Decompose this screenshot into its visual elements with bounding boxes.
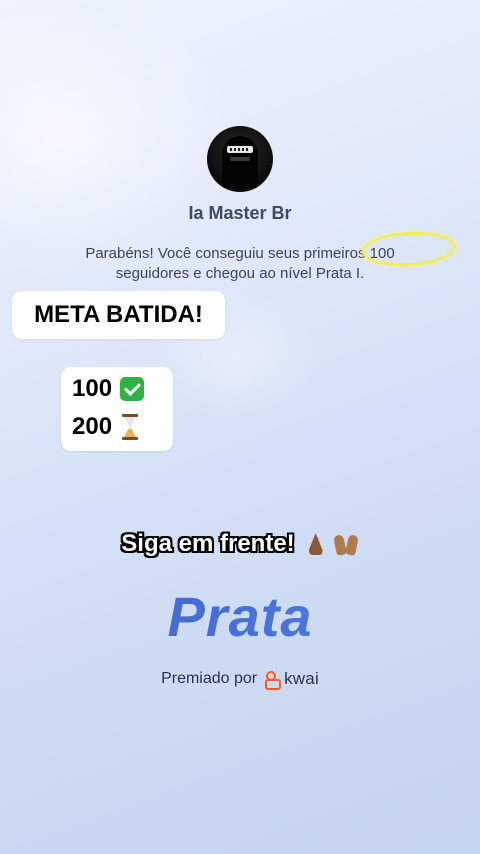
praying-hands-icon xyxy=(303,531,329,557)
avatar-headband xyxy=(227,146,253,153)
tier-title: Prata xyxy=(0,584,480,649)
progress-value: 200 xyxy=(72,413,113,440)
avatar-hood xyxy=(222,136,258,188)
message-line-2: seguidores e chegou ao nível Prata I. xyxy=(115,265,365,282)
avatar-eyes xyxy=(230,157,250,161)
raising-hands-icon xyxy=(333,531,359,557)
meta-batida-sticker: META BATIDA! xyxy=(12,291,225,339)
profile-name: Ia Master Br xyxy=(188,203,292,223)
highlight-ring xyxy=(361,229,457,269)
hourglass-icon xyxy=(122,414,139,440)
progress-sticker: 100 200 xyxy=(61,367,173,451)
awarded-by-prefix: Premiado por xyxy=(161,670,258,687)
check-mark-icon xyxy=(120,377,145,401)
awarded-by: Premiado por kwai xyxy=(0,669,480,690)
caption: Siga em frente! xyxy=(0,530,480,558)
progress-item-200: 200 xyxy=(72,412,139,442)
meta-label: META BATIDA! xyxy=(34,301,203,328)
caption-text: Siga em frente! xyxy=(121,530,295,557)
kwai-brand: kwai xyxy=(284,669,319,688)
progress-value: 100 xyxy=(72,375,113,402)
kwai-logo-icon xyxy=(265,671,282,690)
progress-item-100: 100 xyxy=(72,374,145,404)
avatar[interactable] xyxy=(207,126,273,192)
